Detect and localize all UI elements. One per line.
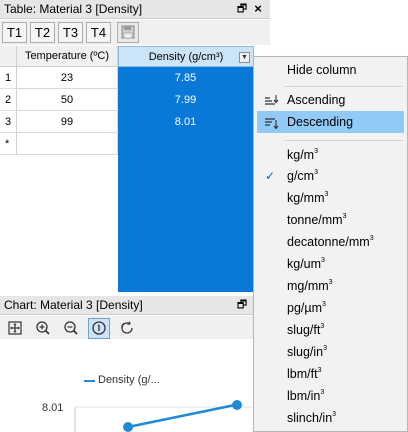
t1-button[interactable]: T1 — [2, 22, 27, 43]
chart-panel-titlebar: Chart: Material 3 [Density] 🗗 × — [0, 296, 270, 315]
unit-exponent: 3 — [321, 257, 325, 264]
unit-label: slinch/in — [287, 411, 333, 425]
zoom-out-icon — [64, 321, 78, 335]
float-window-icon[interactable]: 🗗 — [236, 299, 248, 311]
unit-item-mg-mm3[interactable]: mg/mm3 — [257, 275, 404, 297]
table-cell-density[interactable]: 8.01 — [118, 111, 254, 133]
unit-item-kg-m3[interactable]: kg/m3 — [257, 144, 404, 166]
table-cell-density[interactable]: 7.85 — [118, 67, 254, 89]
unit-item-g-cm3[interactable]: ✓ g/cm3 — [257, 165, 404, 187]
float-window-icon[interactable]: 🗗 — [236, 3, 248, 15]
unit-exponent: 3 — [328, 279, 333, 286]
refresh-icon — [121, 321, 133, 334]
zoom-out-button[interactable] — [60, 318, 82, 339]
selected-column-fill — [118, 155, 254, 292]
unit-label: slug/ft — [287, 323, 321, 337]
unit-exponent: 3 — [369, 235, 374, 242]
unit-exponent: 3 — [322, 301, 326, 308]
close-icon[interactable]: × — [252, 2, 264, 16]
table-toolbar: T1 T2 T3 T4 — [0, 20, 270, 45]
save-button[interactable] — [117, 22, 139, 43]
menu-separator — [284, 140, 403, 141]
unit-exponent: 3 — [320, 323, 325, 330]
data-point — [232, 400, 242, 410]
zoom-in-icon — [36, 321, 50, 335]
unit-label: pg/µm — [287, 301, 322, 315]
unit-exponent: 3 — [314, 148, 318, 155]
table-panel-titlebar: Table: Material 3 [Density] 🗗 × — [0, 0, 270, 19]
new-row-cell-density[interactable] — [118, 133, 254, 155]
save-icon — [121, 25, 135, 39]
unit-exponent: 3 — [317, 367, 322, 374]
column-header-temperature[interactable]: Temperature (ºC) — [17, 46, 118, 67]
sort-descending-label: Descending — [287, 115, 354, 129]
unit-item-kg-mm3[interactable]: kg/mm3 — [257, 187, 404, 209]
unit-label: lbm/in — [287, 389, 321, 403]
data-point — [123, 422, 133, 432]
row-header[interactable]: 2 — [0, 89, 17, 111]
table-cell-density[interactable]: 7.99 — [118, 89, 254, 111]
fit-view-button[interactable] — [4, 318, 26, 339]
legend-label: Density (g/... — [98, 374, 160, 386]
column-dropdown-icon[interactable]: ▼ — [239, 52, 250, 63]
chart-area[interactable]: Density (g/... 8.01 — [0, 339, 254, 432]
t4-button[interactable]: T4 — [86, 22, 111, 43]
new-row-header[interactable]: * — [0, 133, 17, 155]
table-cell-temperature[interactable]: 99 — [17, 111, 118, 133]
unit-item-lbm-ft3[interactable]: lbm/ft3 — [257, 363, 404, 385]
fit-view-icon — [8, 321, 22, 335]
chart-panel-title: Chart: Material 3 [Density] — [4, 298, 143, 312]
table-panel-title: Table: Material 3 [Density] — [4, 2, 143, 16]
column-header-label: Density (g/cm³) — [148, 51, 224, 63]
unit-exponent: 3 — [342, 213, 347, 220]
unit-label: tonne/mm — [287, 213, 343, 227]
sort-descending-icon — [263, 115, 279, 137]
y-tick-label: 8.01 — [42, 402, 64, 414]
unit-item-decatonne-mm3[interactable]: decatonne/mm3 — [257, 231, 404, 253]
unit-label: decatonne/mm — [287, 235, 370, 249]
menu-separator — [284, 86, 403, 87]
unit-label: kg/mm — [287, 191, 325, 205]
zoom-reset-button[interactable] — [88, 318, 110, 339]
table-cell-temperature[interactable]: 50 — [17, 89, 118, 111]
sort-descending-item[interactable]: Descending — [257, 111, 404, 133]
unit-item-slug-in3[interactable]: slug/in3 — [257, 341, 404, 363]
column-header-label: Temperature (ºC) — [24, 50, 110, 62]
column-header-density[interactable]: Density (g/cm³) ▼ — [118, 46, 254, 67]
zoom-in-button[interactable] — [32, 318, 54, 339]
unit-item-slinch-in3[interactable]: slinch/in3 — [257, 407, 404, 429]
sort-ascending-label: Ascending — [287, 93, 346, 107]
row-header[interactable]: 3 — [0, 111, 17, 133]
zoom-reset-icon — [92, 321, 106, 335]
unit-label: kg/um — [287, 257, 322, 271]
unit-label: mg/mm — [287, 279, 329, 293]
unit-exponent: 3 — [324, 191, 329, 198]
sort-ascending-item[interactable]: Ascending — [257, 89, 404, 111]
unit-label: slug/in — [287, 345, 324, 359]
unit-exponent: 3 — [320, 389, 325, 396]
column-context-menu: Hide column Ascending Descending kg/m3 ✓… — [253, 56, 408, 432]
unit-item-pg-um3[interactable]: pg/µm3 — [257, 297, 404, 319]
t2-button[interactable]: T2 — [30, 22, 55, 43]
unit-item-slug-ft3[interactable]: slug/ft3 — [257, 319, 404, 341]
unit-label: g/cm — [287, 169, 315, 183]
table-cell-temperature[interactable]: 23 — [17, 67, 118, 89]
refresh-button[interactable] — [116, 318, 138, 339]
unit-item-lbm-in3[interactable]: lbm/in3 — [257, 385, 404, 407]
unit-exponent: 3 — [323, 345, 328, 352]
unit-label: kg/m — [287, 148, 315, 162]
unit-exponent: 3 — [314, 169, 318, 176]
unit-item-kg-um3[interactable]: kg/um3 — [257, 253, 404, 275]
check-icon: ✓ — [265, 169, 276, 183]
grid-corner[interactable] — [0, 46, 17, 67]
t3-button[interactable]: T3 — [58, 22, 83, 43]
unit-item-tonne-mm3[interactable]: tonne/mm3 — [257, 209, 404, 231]
unit-label: lbm/ft — [287, 367, 318, 381]
data-grid: Temperature (ºC) Density (g/cm³) ▼ 1 23 … — [0, 46, 254, 292]
hide-column-item[interactable]: Hide column — [257, 59, 404, 81]
new-row-cell-temperature[interactable] — [17, 133, 118, 155]
unit-exponent: 3 — [332, 411, 337, 418]
row-header[interactable]: 1 — [0, 67, 17, 89]
